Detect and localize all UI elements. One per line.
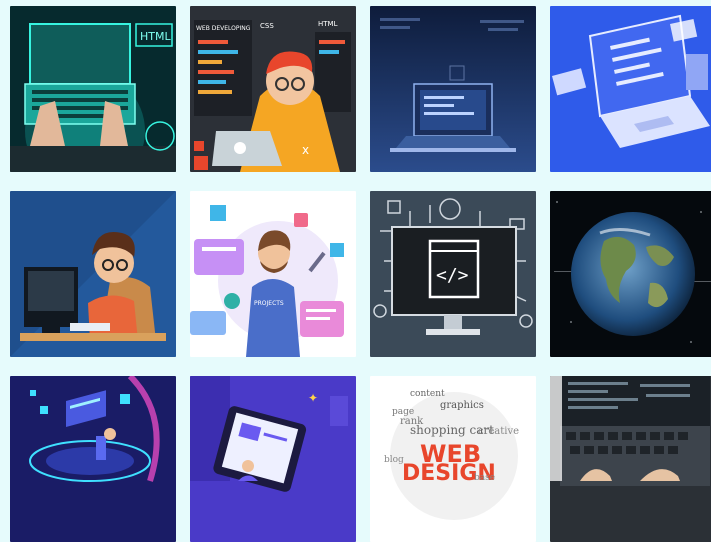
svg-text:base: base: [474, 473, 495, 483]
svg-text:graphics: graphics: [440, 400, 484, 411]
tile-label-html: HTML: [318, 20, 338, 28]
keyboard-typing-icon: [550, 376, 711, 542]
svg-text:x: x: [302, 143, 309, 157]
tile-label: PROJECTS: [254, 300, 284, 307]
gallery-tile-isometric-workspace[interactable]: [10, 376, 176, 542]
laptop-dashboard-icon: [370, 6, 536, 172]
svg-text:content: content: [410, 389, 445, 399]
svg-text:creative: creative: [478, 426, 519, 437]
svg-text:✦: ✦: [308, 391, 318, 405]
programmer-desk-icon: [10, 191, 176, 357]
gallery-tile-keyboard-typing[interactable]: [550, 376, 711, 542]
svg-text:</>: </>: [436, 265, 469, 286]
gallery-tile-laptop-hands[interactable]: HTML: [10, 6, 176, 172]
gallery-tile-developer-projects[interactable]: PROJECTS: [190, 191, 356, 357]
tablet-ui-icon: ✦: [190, 376, 356, 542]
tile-label-css: CSS: [260, 22, 274, 30]
gallery-tile-earth-data[interactable]: [550, 191, 711, 357]
gallery-tile-tablet-ui[interactable]: ✦: [190, 376, 356, 542]
gallery-tile-monitor-code[interactable]: </>: [370, 191, 536, 357]
developer-projects-icon: PROJECTS: [190, 191, 356, 357]
tile-label: HTML: [140, 30, 171, 43]
isometric-laptop-icon: [550, 6, 711, 172]
monitor-code-icon: </>: [370, 191, 536, 357]
gallery-tile-programmer-desk[interactable]: [10, 191, 176, 357]
gallery-tile-word-sphere[interactable]: content graphics page rank shopping cart…: [370, 376, 536, 542]
developer-illustration-icon: WEB DEVELOPING CSS HTML x: [190, 6, 356, 172]
gallery-tile-developer[interactable]: WEB DEVELOPING CSS HTML x: [190, 6, 356, 172]
gallery-tile-isometric-laptop[interactable]: [550, 6, 711, 172]
isometric-workspace-icon: [10, 376, 176, 542]
image-gallery-grid: HTML WEB DEVELOPING CSS HTML x PROJECTS …: [0, 0, 711, 542]
laptop-hands-icon: HTML: [10, 6, 176, 172]
svg-text:blog: blog: [384, 455, 404, 465]
tile-label: WEB DEVELOPING: [196, 25, 251, 32]
gallery-tile-laptop-dashboard[interactable]: [370, 6, 536, 172]
word-sphere-icon: content graphics page rank shopping cart…: [370, 376, 536, 542]
earth-data-icon: [550, 191, 711, 357]
